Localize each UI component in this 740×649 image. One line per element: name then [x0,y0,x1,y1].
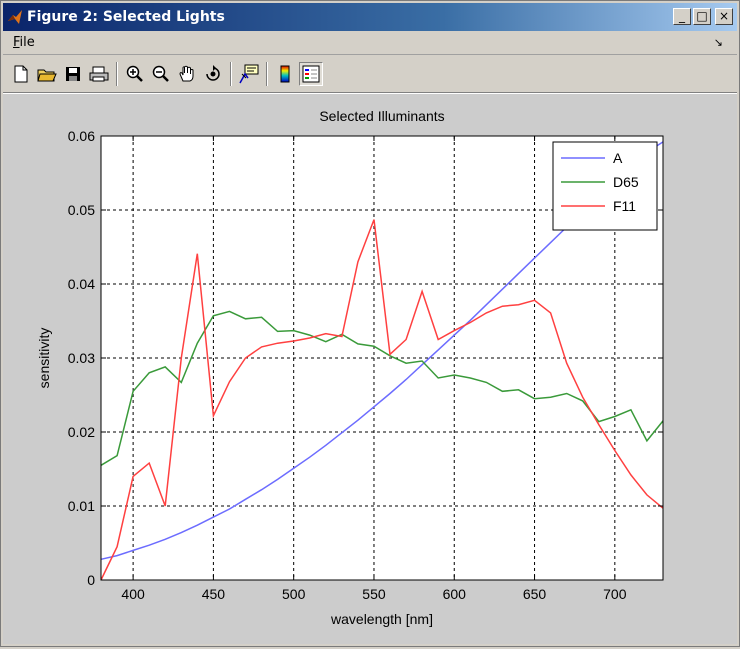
x-tick-label: 450 [202,586,226,602]
y-tick-label: 0.03 [68,350,95,366]
legend-button[interactable] [299,62,323,86]
new-figure-button[interactable] [9,62,33,86]
new-file-icon [14,65,28,83]
y-tick-label: 0.02 [68,424,95,440]
minimize-button[interactable]: _ [673,8,691,25]
colorbar-icon [280,65,290,83]
dock-arrow-icon[interactable]: ↘ [714,36,723,49]
open-file-button[interactable] [35,62,59,86]
colorbar-button[interactable] [273,62,297,86]
x-tick-label: 400 [121,586,145,602]
y-axis-label: sensitivity [36,328,52,389]
y-tick-label: 0.01 [68,498,95,514]
figure-canvas[interactable]: Selected Illuminants 400 450 500 550 600 650 7… [3,94,737,644]
close-button[interactable]: × [715,8,733,25]
window-title: Figure 2: Selected Lights [27,9,225,25]
maximize-button[interactable]: □ [693,8,711,25]
save-icon [66,67,80,81]
chart-title: Selected Illuminants [319,108,444,124]
y-tick-label: 0.05 [68,202,95,218]
legend-box [552,141,658,231]
zoom-out-button[interactable] [149,62,173,86]
data-cursor-icon [239,64,259,84]
data-cursor-button[interactable] [237,62,261,86]
matlab-logo-icon [8,10,22,24]
x-tick-label: 650 [523,586,547,602]
toolbar-separator [266,62,268,86]
print-button[interactable] [87,62,111,86]
legend-label: D65 [613,174,639,190]
y-tick-label: 0.04 [68,276,95,292]
legend-label: A [613,150,623,166]
x-tick-label: 550 [362,586,386,602]
x-tick-label: 600 [443,586,467,602]
y-tick-label: 0 [87,572,95,588]
zoom-in-icon [126,65,143,82]
figure-toolbar [3,56,737,93]
rotate-icon [206,65,220,81]
zoom-in-button[interactable] [123,62,147,86]
x-tick-label: 500 [282,586,306,602]
legend-icon [302,65,320,83]
figure-window: Figure 2: Selected Lights _ □ × File ↘ S… [0,0,740,647]
rotate-3d-button[interactable] [201,62,225,86]
x-tick-label: 700 [603,586,627,602]
legend-label: F11 [613,198,636,214]
toolbar-separator [230,62,232,86]
title-bar[interactable]: Figure 2: Selected Lights _ □ × [3,3,737,31]
x-tick-labels: 400 450 500 550 600 650 700 [121,586,626,602]
legend[interactable]: A D65 F11 [552,141,658,231]
y-tick-label: 0.06 [68,128,95,144]
save-button[interactable] [61,62,85,86]
pan-button[interactable] [175,62,199,86]
menu-file-rest: ile [19,35,35,50]
printer-icon [89,66,109,82]
x-axis-label: wavelength [nm] [330,611,433,627]
menu-bar: File ↘ [3,32,737,55]
toolbar-separator [116,62,118,86]
zoom-out-icon [152,65,169,82]
y-tick-labels: 0 0.01 0.02 0.03 0.04 0.05 0.06 [68,128,95,588]
menu-file[interactable]: File [13,35,35,50]
line-chart[interactable]: Selected Illuminants 400 450 500 550 600 650 7… [3,94,737,644]
folder-icon [37,69,57,82]
hand-icon [179,65,194,82]
